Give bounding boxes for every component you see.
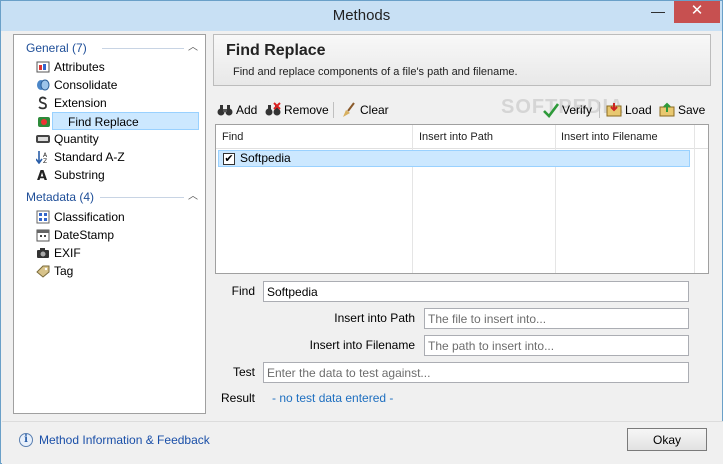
sidebar-item-tag[interactable]: Tag bbox=[36, 262, 186, 280]
extension-icon bbox=[38, 96, 47, 110]
find-replace-icon bbox=[38, 117, 50, 127]
sidebar-item-label: EXIF bbox=[54, 246, 81, 260]
sidebar-item-exif[interactable]: EXIF bbox=[36, 244, 186, 262]
page-subtitle: Find and replace components of a file's … bbox=[233, 66, 518, 78]
substring-icon: A bbox=[37, 169, 47, 182]
sidebar-item-extension[interactable]: Extension bbox=[36, 94, 186, 112]
camera-icon bbox=[37, 248, 49, 258]
find-label: Find bbox=[231, 284, 255, 298]
load-icon bbox=[606, 103, 622, 117]
sidebar-item-classification[interactable]: Classification bbox=[36, 208, 186, 226]
method-list: General (7) ︿ Attributes Consolidate Ext… bbox=[13, 34, 206, 414]
broom-icon bbox=[343, 102, 355, 117]
svg-text:Z: Z bbox=[43, 158, 47, 164]
sidebar-item-find-replace[interactable]: Find Replace bbox=[38, 112, 199, 130]
sidebar-item-substring[interactable]: A Substring bbox=[36, 166, 186, 184]
binoculars-remove-icon bbox=[265, 102, 281, 116]
checkmark-icon bbox=[543, 103, 559, 118]
quantity-icon bbox=[36, 135, 50, 143]
toolbar: Add Remove Clear Verify Load Save bbox=[213, 99, 711, 121]
table-header: Find Insert into Path Insert into Filena… bbox=[216, 125, 708, 149]
tag-icon bbox=[36, 265, 50, 278]
table-row[interactable]: ✔ Softpedia bbox=[218, 150, 690, 167]
test-input[interactable] bbox=[263, 362, 689, 383]
result-label: Result bbox=[220, 391, 255, 405]
collapse-metadata-icon[interactable]: ︿ bbox=[186, 190, 200, 204]
sidebar-item-quantity[interactable]: Quantity bbox=[36, 130, 186, 148]
sidebar-item-label: DateStamp bbox=[54, 228, 115, 242]
page-title: Find Replace bbox=[226, 42, 326, 59]
column-divider bbox=[412, 125, 413, 273]
sidebar-item-label: Consolidate bbox=[54, 78, 118, 92]
insert-path-input[interactable] bbox=[424, 308, 689, 329]
column-divider bbox=[694, 125, 695, 273]
result-value: - no test data entered - bbox=[272, 391, 394, 405]
close-button[interactable]: ✕ bbox=[674, 1, 720, 23]
sidebar-item-label: Find Replace bbox=[68, 115, 139, 129]
group-general-header[interactable]: General (7) bbox=[26, 39, 87, 57]
consolidate-icon bbox=[37, 79, 50, 91]
sidebar-item-label: Substring bbox=[54, 168, 105, 182]
sidebar-item-label: Standard A-Z bbox=[54, 150, 125, 164]
methods-window: Methods — ✕ General (7) ︿ Attributes Con… bbox=[0, 0, 723, 464]
insert-filename-label: Insert into Filename bbox=[309, 338, 415, 352]
okay-button[interactable]: Okay bbox=[627, 428, 707, 451]
sidebar-item-datestamp[interactable]: DateStamp bbox=[36, 226, 186, 244]
group-metadata-header[interactable]: Metadata (4) bbox=[26, 188, 94, 206]
rules-table[interactable]: Find Insert into Path Insert into Filena… bbox=[215, 124, 709, 274]
insert-filename-input[interactable] bbox=[424, 335, 689, 356]
collapse-general-icon[interactable]: ︿ bbox=[186, 41, 200, 55]
sidebar-item-consolidate[interactable]: Consolidate bbox=[36, 76, 186, 94]
toolbar-separator bbox=[333, 102, 334, 118]
sidebar-item-attributes[interactable]: Attributes bbox=[36, 58, 186, 76]
column-header-filename[interactable]: Insert into Filename bbox=[555, 125, 695, 149]
column-header-path[interactable]: Insert into Path bbox=[413, 125, 555, 149]
method-header: Find Replace Find and replace components… bbox=[213, 34, 711, 86]
group-divider bbox=[100, 197, 184, 198]
test-label: Test bbox=[232, 365, 255, 379]
classification-icon bbox=[36, 210, 50, 224]
sidebar-item-label: Quantity bbox=[54, 132, 99, 146]
sidebar-item-label: Classification bbox=[54, 210, 125, 224]
window-title: Methods bbox=[332, 7, 391, 24]
sidebar-item-label: Attributes bbox=[54, 60, 105, 74]
row-checkbox[interactable]: ✔ bbox=[223, 153, 235, 165]
sidebar-item-standard-az[interactable]: AZ Standard A-Z bbox=[36, 148, 186, 166]
method-info-link[interactable]: Method Information & Feedback bbox=[39, 431, 210, 449]
minimize-button[interactable]: — bbox=[643, 1, 673, 23]
find-input[interactable] bbox=[263, 281, 689, 302]
column-header-find[interactable]: Find bbox=[216, 125, 412, 149]
save-icon bbox=[659, 102, 675, 117]
svg-text:A: A bbox=[37, 169, 47, 182]
column-divider bbox=[555, 125, 556, 273]
attributes-icon bbox=[36, 61, 50, 73]
sidebar-item-label: Tag bbox=[54, 264, 74, 278]
binoculars-icon bbox=[217, 105, 233, 116]
title-bar: Methods — ✕ bbox=[1, 1, 722, 31]
datestamp-icon bbox=[36, 229, 50, 242]
info-icon[interactable]: i bbox=[19, 433, 33, 447]
group-divider bbox=[102, 48, 184, 49]
toolbar-separator bbox=[599, 102, 600, 118]
row-find-value: Softpedia bbox=[240, 151, 291, 165]
sidebar-item-label: Extension bbox=[54, 96, 107, 110]
sort-az-icon: AZ bbox=[36, 151, 48, 164]
insert-path-label: Insert into Path bbox=[334, 311, 415, 325]
